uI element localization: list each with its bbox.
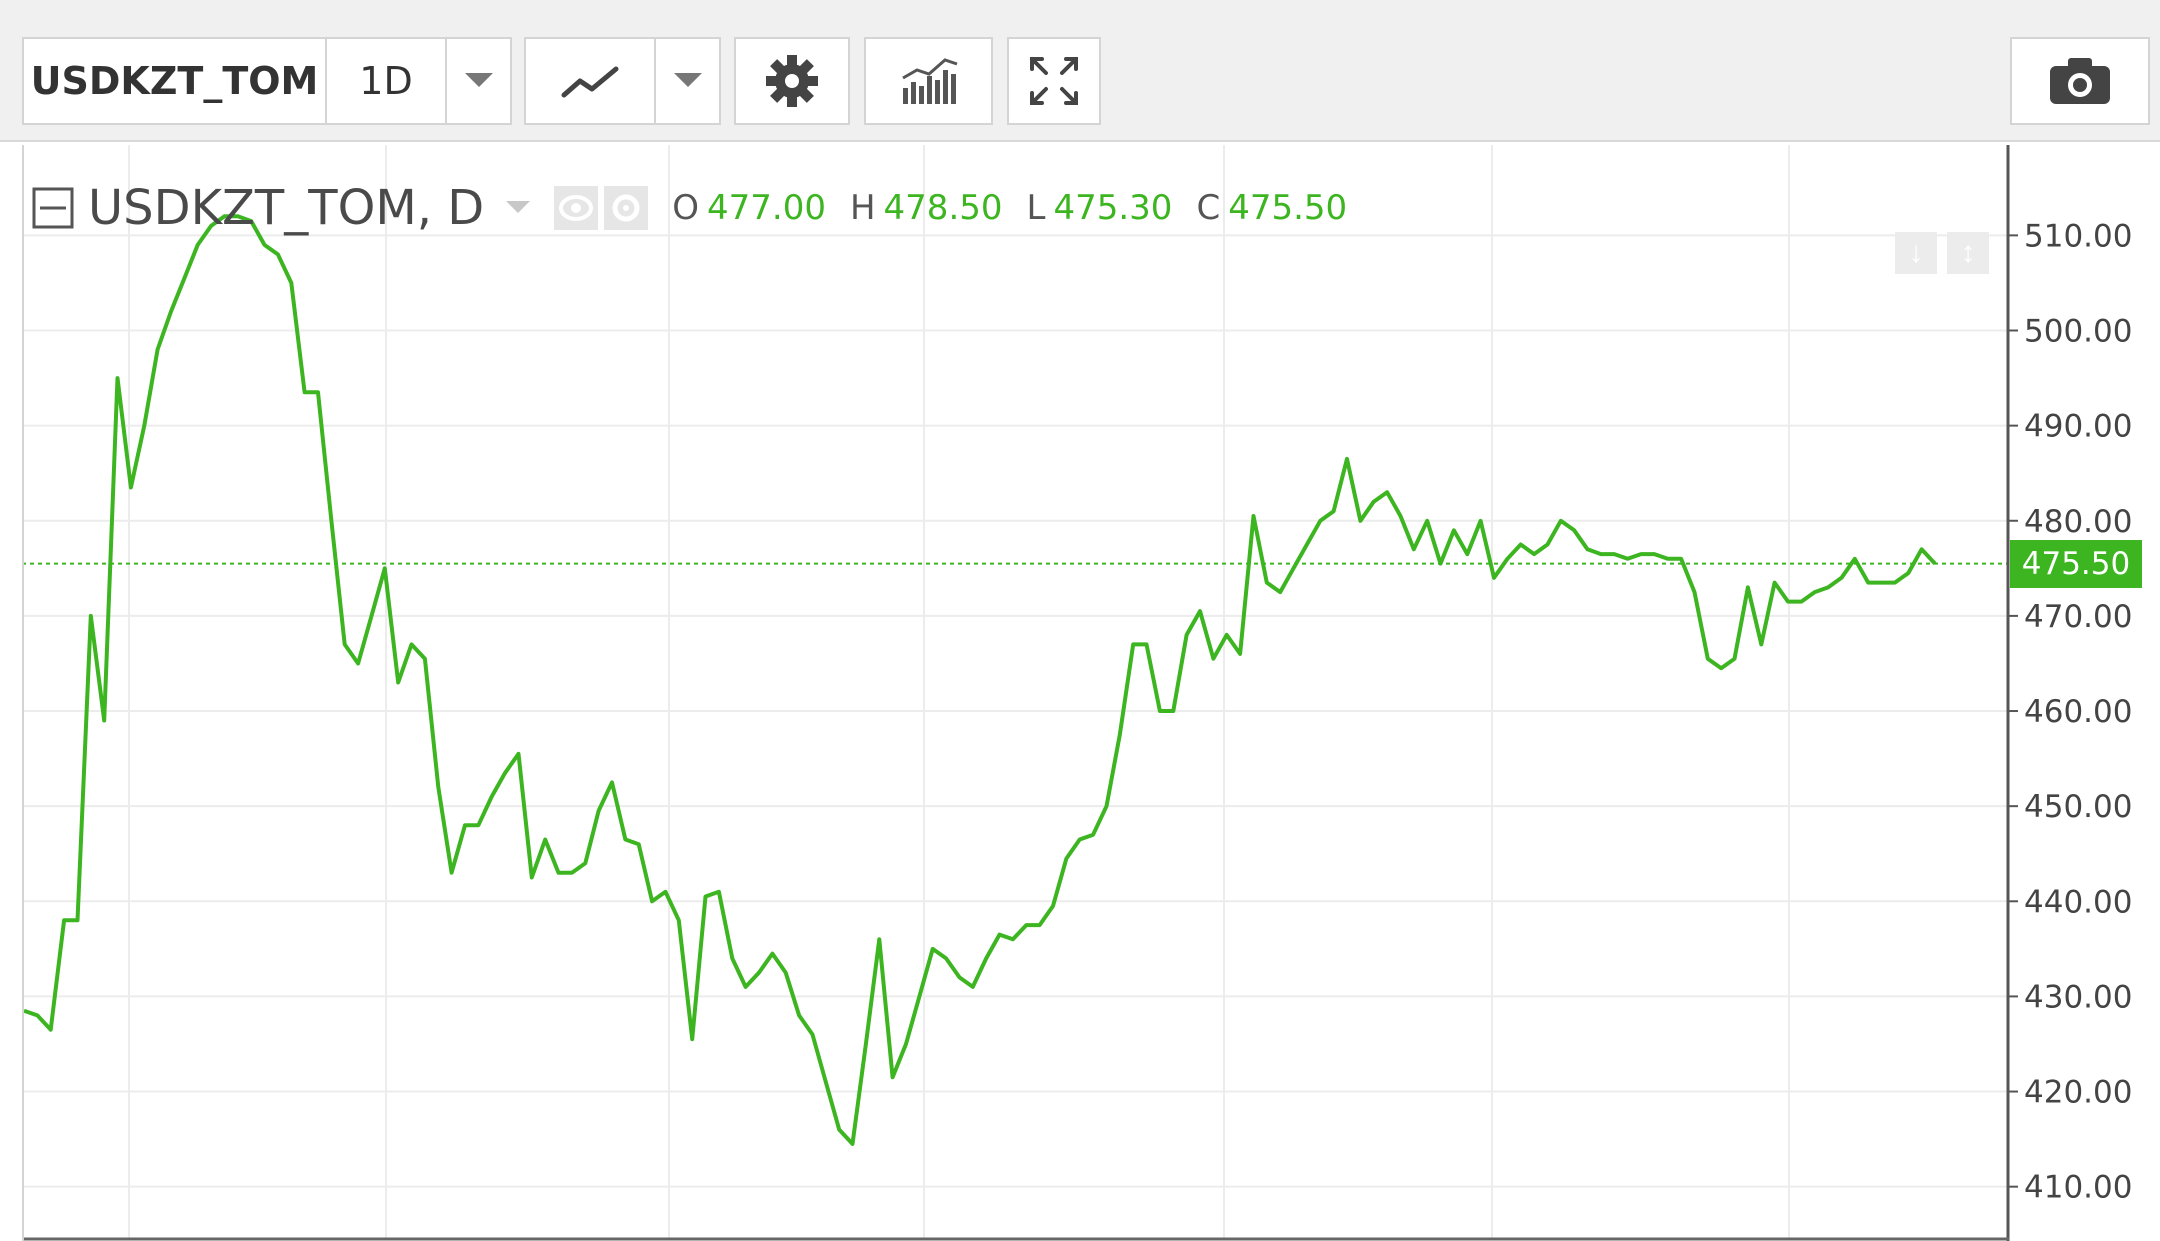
- interval-button[interactable]: 1D: [325, 37, 447, 125]
- symbol-button[interactable]: USDKZT_TOM: [22, 37, 327, 125]
- y-tick-label: 410.00: [2024, 1170, 2132, 1206]
- symbol-label: USDKZT_TOM: [30, 59, 319, 103]
- settings-button[interactable]: [734, 37, 850, 125]
- chevron-down-icon: [673, 73, 702, 87]
- high-label: H: [849, 188, 876, 228]
- chart-widget: USDKZT_TOM 1D 410.00 420.00 430.00 440.0…: [0, 0, 2160, 1241]
- legend-title: USDKZT_TOM, D: [88, 180, 485, 236]
- close-label: C: [1196, 188, 1221, 228]
- y-tick-label: 430.00: [2024, 979, 2132, 1015]
- horizontal-gridlines: [22, 234, 2008, 1188]
- y-tick-label: 490.00: [2024, 409, 2132, 445]
- y-tick-label: 510.00: [2024, 218, 2132, 254]
- last-price-tag: 475.50: [2010, 539, 2142, 588]
- price-chart[interactable]: 410.00 420.00 430.00 440.00 450.00 460.00 470.…: [22, 145, 2160, 1241]
- chart-pane[interactable]: 410.00 420.00 430.00 440.00 450.00 460.00 470.…: [22, 145, 2160, 1241]
- low-label: L: [1026, 188, 1046, 228]
- chevron-down-icon[interactable]: [506, 201, 531, 215]
- fullscreen-button[interactable]: [1007, 37, 1101, 125]
- screenshot-button[interactable]: [2010, 37, 2150, 125]
- series-legend: USDKZT_TOM, D O 477.00 H 478.50 L 475.30…: [32, 178, 1347, 238]
- open-label: O: [672, 188, 699, 228]
- low-value: 475.30: [1053, 188, 1173, 228]
- indicators-icon: [901, 58, 957, 104]
- y-tick-label: 470.00: [2024, 599, 2132, 635]
- collapse-icon[interactable]: [32, 187, 74, 229]
- interval-dropdown-button[interactable]: [445, 37, 512, 125]
- interval-label: 1D: [359, 59, 413, 103]
- y-tick-label: 450.00: [2024, 789, 2132, 825]
- y-tick-label: 460.00: [2024, 694, 2132, 730]
- chart-type-dropdown-button[interactable]: [654, 37, 721, 125]
- scroll-updown-icon[interactable]: ↕: [1947, 232, 1989, 274]
- indicators-button[interactable]: [864, 37, 993, 125]
- vertical-gridlines: [128, 145, 1790, 1239]
- line-chart-icon: [561, 66, 619, 98]
- toolbar: USDKZT_TOM 1D: [0, 0, 2160, 142]
- chevron-down-icon: [464, 73, 493, 87]
- scale-buttons: ↓ ↕: [1895, 232, 1989, 274]
- eye-icon[interactable]: [554, 186, 599, 230]
- scroll-down-icon[interactable]: ↓: [1895, 232, 1937, 274]
- y-tick-label: 480.00: [2024, 504, 2132, 540]
- price-series-line: [23, 214, 1937, 1146]
- close-value: 475.50: [1228, 188, 1348, 228]
- chart-type-button[interactable]: [524, 37, 656, 125]
- gear-icon: [766, 55, 818, 107]
- y-tick-label: 420.00: [2024, 1075, 2132, 1111]
- high-value: 478.50: [883, 188, 1003, 228]
- gear-icon[interactable]: [604, 186, 649, 230]
- y-tick-label: 500.00: [2024, 314, 2132, 350]
- y-tick-label: 440.00: [2024, 884, 2132, 920]
- fullscreen-icon: [1030, 57, 1078, 105]
- open-value: 477.00: [707, 188, 826, 228]
- camera-icon: [2050, 58, 2110, 104]
